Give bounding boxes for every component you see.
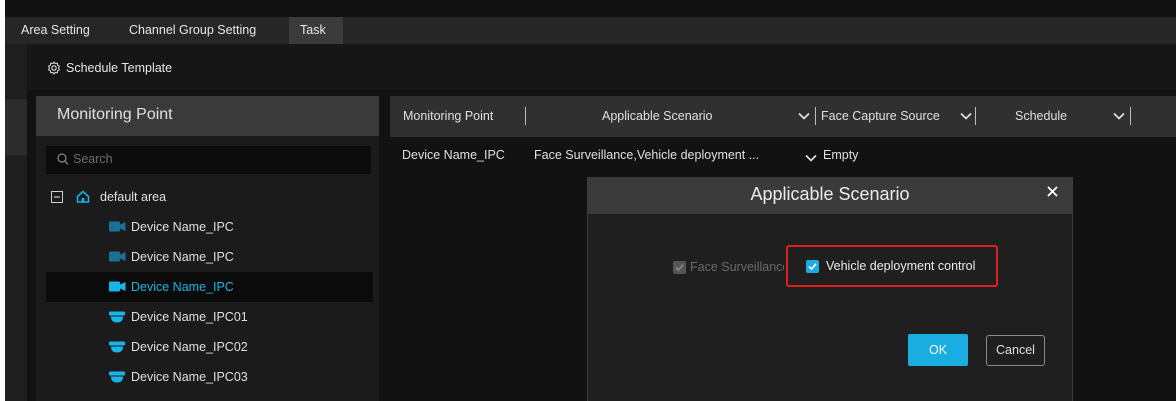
vehicle-deployment-checkbox[interactable]	[806, 260, 819, 273]
collapse-toggle-icon[interactable]	[51, 191, 63, 203]
toolbar: Schedule Template	[27, 44, 1176, 90]
box-camera-icon	[109, 221, 126, 232]
ok-button[interactable]: OK	[908, 334, 968, 366]
tree-device-item[interactable]: Device Name_IPC	[46, 212, 373, 242]
search-icon	[57, 153, 69, 165]
chevron-down-icon[interactable]	[805, 154, 817, 162]
tab-label: Channel Group Setting	[129, 23, 257, 37]
search-input[interactable]: Search	[46, 146, 371, 174]
column-header-face-capture-source: Face Capture Source	[821, 109, 940, 123]
applicable-scenario-dialog: Applicable Scenario	[587, 177, 1073, 401]
chevron-down-icon[interactable]	[1113, 112, 1125, 120]
tree-area-default[interactable]: default area	[46, 182, 373, 212]
device-label: Device Name_IPC	[131, 220, 234, 234]
search-placeholder: Search	[73, 152, 113, 166]
tree-device-item[interactable]: Device Name_IPC01	[46, 302, 373, 332]
device-label: Device Name_IPC	[131, 250, 234, 264]
tree-device-item-selected[interactable]: Device Name_IPC	[46, 272, 373, 302]
close-icon[interactable]	[1047, 186, 1058, 197]
cell-face-capture-source[interactable]: Empty	[823, 148, 858, 162]
column-divider	[815, 107, 816, 125]
device-label: Device Name_IPC	[131, 280, 234, 294]
tab-bar: Area Setting Channel Group Setting Task	[5, 17, 1176, 44]
gear-icon	[47, 61, 61, 75]
cancel-button[interactable]: Cancel	[986, 335, 1045, 366]
dialog-header: Applicable Scenario	[588, 177, 1072, 214]
column-divider	[975, 107, 976, 125]
device-label: Device Name_IPC03	[131, 370, 248, 384]
checkmark-icon	[808, 263, 817, 271]
checkmark-icon	[675, 264, 684, 272]
tree-device-item[interactable]: Device Name_IPC03	[46, 362, 373, 392]
device-label: Device Name_IPC01	[131, 310, 248, 324]
area-label: default area	[100, 190, 167, 204]
cell-applicable-scenario[interactable]: Face Surveillance,Vehicle deployment ...	[534, 148, 759, 162]
panel-title: Monitoring Point	[57, 106, 173, 123]
table-header: Monitoring Point Applicable Scenario Fac…	[390, 96, 1176, 137]
dialog-title: Applicable Scenario	[750, 184, 910, 204]
monitoring-point-panel: Monitoring Point Search default area Dev…	[36, 96, 379, 401]
left-strip-marker	[5, 99, 27, 155]
column-header-schedule: Schedule	[1015, 109, 1068, 123]
tab-task[interactable]: Task	[289, 17, 343, 44]
tree-device-item[interactable]: Device Name_IPC	[46, 242, 373, 272]
device-label: Device Name_IPC02	[131, 340, 248, 354]
schedule-template-label: Schedule Template	[66, 61, 173, 75]
tab-label: Task	[300, 23, 326, 37]
box-camera-icon	[109, 281, 126, 292]
panel-header: Monitoring Point	[36, 96, 379, 136]
home-icon	[76, 190, 90, 203]
table-row[interactable]: Device Name_IPC Face Surveillance,Vehicl…	[390, 137, 1176, 173]
cell-monitoring-point: Device Name_IPC	[402, 148, 505, 162]
face-surveillance-checkbox[interactable]	[673, 261, 686, 274]
chevron-down-icon[interactable]	[798, 112, 810, 120]
column-divider	[1130, 107, 1131, 125]
tab-area-setting[interactable]: Area Setting	[8, 17, 98, 44]
left-strip	[5, 44, 27, 401]
dome-camera-icon	[109, 341, 125, 353]
box-camera-icon	[109, 251, 126, 262]
face-surveillance-label: Face Surveillance	[690, 260, 784, 274]
dome-camera-icon	[109, 311, 125, 323]
chevron-down-icon[interactable]	[960, 112, 972, 120]
tab-channel-group-setting[interactable]: Channel Group Setting	[118, 17, 278, 44]
tree-device-item[interactable]: Device Name_IPC02	[46, 332, 373, 362]
dome-camera-icon	[109, 371, 125, 383]
schedule-template-button[interactable]: Schedule Template	[47, 59, 172, 77]
column-divider	[525, 107, 526, 125]
column-header-applicable-scenario: Applicable Scenario	[602, 109, 713, 123]
vehicle-deployment-label: Vehicle deployment control	[826, 259, 976, 273]
column-header-monitoring-point: Monitoring Point	[403, 109, 494, 123]
tab-label: Area Setting	[21, 23, 90, 37]
